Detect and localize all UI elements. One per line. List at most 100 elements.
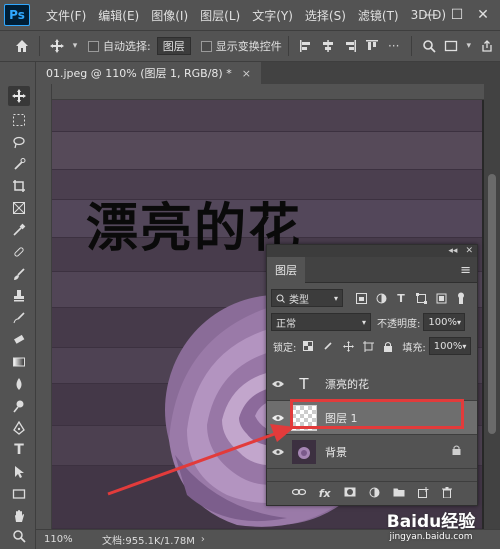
visibility-eye-icon[interactable]: [267, 445, 289, 459]
chevron-down-icon: ▾: [456, 317, 461, 327]
close-button[interactable]: ✕: [470, 7, 496, 23]
move-tool-icon[interactable]: [49, 38, 65, 54]
show-transform-checkbox[interactable]: [200, 40, 212, 52]
workspace-icon[interactable]: [443, 38, 459, 54]
align-center-icon[interactable]: [320, 38, 336, 54]
menu-file[interactable]: 文件(F): [46, 7, 86, 24]
link-icon[interactable]: [291, 487, 306, 500]
menu-image[interactable]: 图像(I): [151, 7, 188, 24]
chevron-right-icon[interactable]: ›: [201, 534, 205, 545]
lock-pixels-icon[interactable]: [320, 338, 336, 354]
adjustment-icon[interactable]: [369, 487, 380, 501]
eyedropper-tool-icon[interactable]: [8, 220, 30, 240]
baidu-watermark: Baidu经验 jingyan.baidu.com: [366, 501, 496, 547]
menu-select[interactable]: 选择(S): [305, 7, 346, 24]
lock-all-icon[interactable]: [380, 338, 396, 354]
lock-position-icon[interactable]: [340, 338, 356, 354]
blend-mode-dropdown[interactable]: 正常 ▾: [271, 313, 371, 331]
opacity-label: 不透明度:: [377, 318, 421, 330]
menu-bar: Ps 文件(F) 编辑(E) 图像(I) 图层(L) 文字(Y) 选择(S) 滤…: [0, 0, 500, 30]
opacity-field[interactable]: 100% ▾: [423, 313, 466, 331]
pen-tool-icon[interactable]: [8, 418, 30, 438]
auto-select-checkbox[interactable]: [88, 40, 99, 52]
opacity-value: 100%: [428, 316, 457, 328]
quick-select-tool-icon[interactable]: [8, 154, 30, 174]
document-tab[interactable]: 01.jpeg @ 110% (图层 1, RGB/8) * ×: [36, 62, 261, 84]
mask-icon[interactable]: [344, 487, 356, 500]
fill-field[interactable]: 100% ▾: [428, 337, 471, 355]
share-icon[interactable]: [479, 38, 495, 54]
filter-adjustment-icon[interactable]: [373, 290, 389, 306]
align-top-icon[interactable]: [364, 38, 380, 54]
path-selection-tool-icon[interactable]: [8, 462, 30, 482]
dodge-tool-icon[interactable]: [8, 396, 30, 416]
zoom-tool-icon[interactable]: [8, 526, 30, 546]
layer-filter-row: 类型 ▾ T: [267, 286, 477, 310]
frame-tool-icon[interactable]: [8, 198, 30, 218]
lock-transparent-icon[interactable]: [300, 338, 316, 354]
layer-name[interactable]: 背景: [325, 444, 347, 460]
type-tool-icon[interactable]: T: [8, 440, 30, 460]
blur-tool-icon[interactable]: [8, 374, 30, 394]
options-bar: ▾ 自动选择: 图层 显示变换控件 ··· ▾: [0, 30, 500, 62]
marquee-tool-icon[interactable]: [8, 110, 30, 130]
annotation-highlight-box: [290, 399, 464, 429]
fill-value: 100%: [433, 340, 463, 352]
gradient-tool-icon[interactable]: [8, 352, 30, 372]
new-layer-icon[interactable]: [418, 486, 429, 501]
move-tool-icon[interactable]: [8, 86, 30, 106]
layer-row-text[interactable]: T 漂亮的花: [267, 367, 477, 401]
background-layer-thumbnail: [291, 439, 317, 465]
scrollbar-thumb[interactable]: [488, 174, 496, 434]
collapse-icon[interactable]: ◂◂: [448, 246, 457, 256]
filter-shape-icon[interactable]: [413, 290, 429, 306]
filter-pixel-icon[interactable]: [353, 290, 369, 306]
more-icon[interactable]: ···: [386, 38, 402, 54]
auto-select-dropdown[interactable]: 图层: [156, 37, 191, 55]
rectangle-tool-icon[interactable]: [8, 484, 30, 504]
crop-tool-icon[interactable]: [8, 176, 30, 196]
layer-name[interactable]: 漂亮的花: [325, 376, 369, 392]
blend-row: 正常 ▾ 不透明度: 100% ▾: [267, 310, 477, 334]
align-right-icon[interactable]: [342, 38, 358, 54]
maximize-button[interactable]: ☐: [444, 7, 470, 23]
tab-layers[interactable]: 图层: [267, 257, 305, 283]
menu-layer[interactable]: 图层(L): [200, 7, 240, 24]
trash-icon[interactable]: [442, 486, 453, 501]
filter-type-icon[interactable]: T: [393, 290, 409, 306]
clone-stamp-tool-icon[interactable]: [8, 286, 30, 306]
panel-grip[interactable]: ◂◂ ✕: [267, 245, 477, 257]
filter-toggle-icon[interactable]: [453, 290, 469, 306]
lock-label: 锁定:: [273, 342, 297, 354]
close-icon[interactable]: ×: [242, 67, 251, 80]
search-icon[interactable]: [421, 38, 437, 54]
hand-tool-icon[interactable]: [8, 506, 30, 526]
history-brush-tool-icon[interactable]: [8, 308, 30, 328]
home-icon[interactable]: [14, 38, 30, 54]
filter-kind-value: 类型: [289, 294, 309, 306]
lasso-tool-icon[interactable]: [8, 132, 30, 152]
lock-artboard-icon[interactable]: [360, 338, 376, 354]
menu-type[interactable]: 文字(Y): [252, 7, 293, 24]
layer-row-background[interactable]: 背景: [267, 435, 477, 469]
chevron-down-icon[interactable]: ▾: [465, 38, 473, 54]
menu-edit[interactable]: 编辑(E): [98, 7, 139, 24]
filter-smart-object-icon[interactable]: [433, 290, 449, 306]
close-icon[interactable]: ✕: [465, 246, 473, 256]
eraser-tool-icon[interactable]: [8, 330, 30, 350]
layers-panel: ◂◂ ✕ 图层 ≡ 类型 ▾ T 正常 ▾ 不透明度: 100% ▾ 锁定: 填…: [266, 244, 478, 506]
fx-icon[interactable]: fx: [319, 487, 331, 500]
healing-brush-tool-icon[interactable]: [8, 242, 30, 262]
minimize-button[interactable]: —: [418, 7, 444, 23]
panel-menu-icon[interactable]: ≡: [460, 263, 471, 278]
visibility-eye-icon[interactable]: [267, 377, 289, 391]
brush-tool-icon[interactable]: [8, 264, 30, 284]
folder-icon[interactable]: [393, 487, 405, 500]
visibility-eye-icon[interactable]: [267, 411, 289, 425]
zoom-level[interactable]: 110%: [44, 534, 84, 545]
filter-kind-dropdown[interactable]: 类型 ▾: [271, 289, 343, 307]
align-left-icon[interactable]: [298, 38, 314, 54]
menu-filter[interactable]: 滤镜(T): [358, 7, 399, 24]
vertical-scrollbar[interactable]: [484, 84, 500, 529]
chevron-down-icon[interactable]: ▾: [71, 38, 79, 54]
